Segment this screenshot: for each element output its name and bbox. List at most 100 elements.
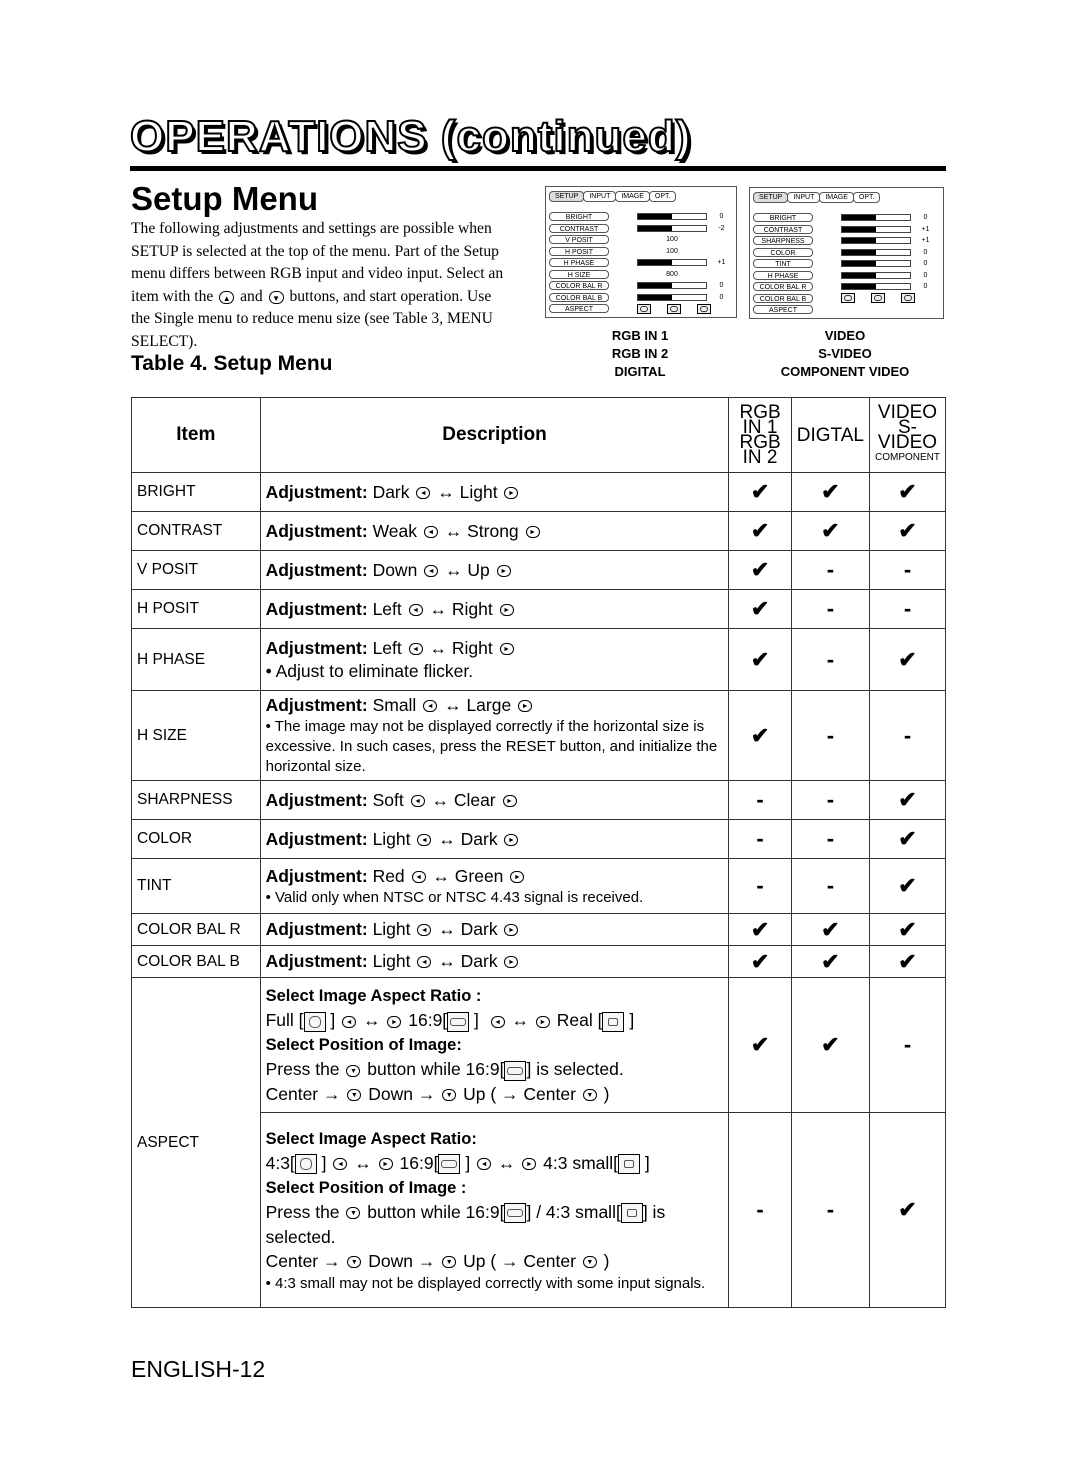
item-description: Adjustment: Small ◄ ↔ Large ► • The imag… xyxy=(259,690,730,781)
right-button-icon: ► xyxy=(504,924,519,937)
osd-level-bar xyxy=(841,237,911,244)
check-mark: ✔ xyxy=(868,628,947,691)
position-heading: Select Position of Image : xyxy=(265,1178,467,1197)
header-item: Item xyxy=(131,397,261,473)
osd-rgb-menu: SETUP INPUT IMAGE OPT. BRIGHT 0 CONTRAST -2 V PO… xyxy=(545,186,737,318)
header-rgb-line: RGB IN 1 xyxy=(739,402,781,438)
down-button-icon: ▼ xyxy=(582,1256,597,1269)
page-title: OPERATIONS (continued) xyxy=(129,111,692,162)
adjustment-label: Adjustment: xyxy=(265,865,368,886)
osd-row-label: BRIGHT xyxy=(753,213,813,222)
page-footer: ENGLISH-12 xyxy=(131,1356,266,1382)
item-name: SHARPNESS xyxy=(131,780,261,820)
adjust-low: Light xyxy=(372,919,411,939)
osd-row-label: V POSIT xyxy=(549,235,609,244)
adjust-low: Left xyxy=(372,637,402,658)
not-supported-mark: - xyxy=(790,1112,870,1308)
header-rgb: RGB IN 1 RGB IN 2 xyxy=(728,397,792,473)
not-supported-mark: - xyxy=(728,819,792,859)
opt: 4:3 small[ xyxy=(543,1153,619,1173)
item-note: • 4:3 small may not be displayed correct… xyxy=(265,1274,706,1292)
check-mark: ✔ xyxy=(790,472,870,512)
item-note: • The image may not be displayed correct… xyxy=(265,718,718,775)
adjust-low: Weak xyxy=(372,520,417,541)
osd-level-bar xyxy=(637,293,707,301)
not-supported-mark: - xyxy=(728,858,792,914)
item-description: Adjustment: Light ◄ ↔ Dark ► xyxy=(259,945,730,978)
t: ) xyxy=(603,1251,610,1271)
aspect-real-icon xyxy=(901,293,915,303)
osd-row-value: 100 xyxy=(666,236,678,243)
left-button-icon: ◄ xyxy=(410,794,425,807)
t: ] is selected. xyxy=(526,1059,624,1080)
aspect-options: 4:3[ ] ◄ ↔ ► 16:9[ ] ◄ ↔ ► 4:3 small[ ] xyxy=(265,1153,650,1175)
osd-level-fill xyxy=(842,226,876,232)
table-row: H PHASE Adjustment: Left ◄ ↔ Right ► • A… xyxy=(131,628,947,691)
adjustment-label: Adjustment: xyxy=(265,598,368,619)
right-button-icon: ► xyxy=(496,564,511,577)
item-description: Adjustment: Soft ◄ ↔ Clear ► xyxy=(259,780,730,820)
osd-row-label: CONTRAST xyxy=(549,223,609,233)
adjust-high: Green xyxy=(454,865,504,886)
osd-row: H PHASE 0 xyxy=(753,270,943,281)
osd-row: COLOR BAL B 0 xyxy=(549,292,739,303)
left-button-icon: ◄ xyxy=(408,642,423,655)
right-button-icon: ► xyxy=(504,956,519,969)
osd-row-value: +1 xyxy=(717,259,726,266)
adjustment-label: Adjustment: xyxy=(265,951,368,971)
osd-level-bar xyxy=(841,260,911,267)
osd-level-bar xyxy=(637,282,707,289)
osd-row-label: COLOR BAL B xyxy=(753,293,813,303)
t: Down → xyxy=(368,1251,436,1271)
osd-row: CONTRAST -2 xyxy=(549,223,739,234)
item-description: Select Image Aspect Ratio: 4:3[ ] ◄ ↔ ► … xyxy=(259,1112,730,1308)
not-supported-mark: - xyxy=(728,780,792,820)
osd-level-bar xyxy=(841,283,911,290)
table-row: CONTRAST Adjustment: Weak ◄ ↔ Strong ► ✔… xyxy=(131,511,947,551)
osd-row: COLOR 0 xyxy=(753,247,943,258)
osd-row-value: 0 xyxy=(923,260,928,267)
right-button-icon: ► xyxy=(535,1015,550,1028)
left-button-icon: ◄ xyxy=(490,1015,505,1028)
t: button while 16:9[ xyxy=(367,1059,505,1080)
aspect-wide-icon xyxy=(504,1203,527,1224)
osd-tab-input: INPUT xyxy=(583,191,617,202)
osd-level-fill xyxy=(842,261,876,266)
item-description: Adjustment: Left ◄ ↔ Right ► xyxy=(259,589,730,629)
aspect-wide-icon xyxy=(871,293,885,303)
left-button-icon: ◄ xyxy=(342,1015,357,1028)
aspect-43-icon xyxy=(294,1154,317,1175)
right-button-icon: ► xyxy=(510,870,525,883)
osd-tabs: SETUP INPUT IMAGE OPT. xyxy=(549,191,677,202)
osd-level-fill xyxy=(638,225,672,231)
caption-line: RGB IN 1 xyxy=(611,328,669,343)
osd-tab-setup: SETUP xyxy=(753,192,789,203)
osd-row: BRIGHT 0 xyxy=(753,212,943,223)
aspect-full-icon xyxy=(841,293,855,303)
left-button-icon: ◄ xyxy=(416,486,431,499)
adjust-high: Dark xyxy=(460,828,498,849)
position-instructions: Press the ▼ button while 16:9[] / 4:3 sm… xyxy=(266,1200,724,1249)
t: Press the xyxy=(265,1202,340,1222)
left-button-icon: ◄ xyxy=(424,564,439,577)
aspect-wide-icon xyxy=(447,1011,470,1032)
aspect-small-icon xyxy=(618,1154,641,1175)
intro-text: and xyxy=(240,287,263,305)
header-digital: DIGTAL xyxy=(790,397,870,473)
aspect-wide-icon xyxy=(667,303,681,314)
osd-level-fill xyxy=(842,238,876,243)
left-button-icon: ◄ xyxy=(423,525,438,538)
aspect-full-icon xyxy=(637,303,651,314)
osd-row-label: ASPECT xyxy=(753,305,813,314)
item-name: COLOR BAL R xyxy=(131,913,261,946)
table-row: TINT Adjustment: Red ◄ ↔ Green ► • Valid… xyxy=(131,858,947,914)
adjust-low: Light xyxy=(372,828,411,849)
adjust-high: Dark xyxy=(460,919,498,939)
osd-row: ASPECT xyxy=(753,304,943,315)
osd-row-value: 0 xyxy=(719,213,724,220)
not-supported-mark: - xyxy=(790,690,870,781)
osd-row-value: 0 xyxy=(923,271,928,279)
t: Press the xyxy=(265,1059,340,1080)
adjustment-label: Adjustment: xyxy=(265,695,368,715)
right-button-icon: ► xyxy=(499,642,514,655)
